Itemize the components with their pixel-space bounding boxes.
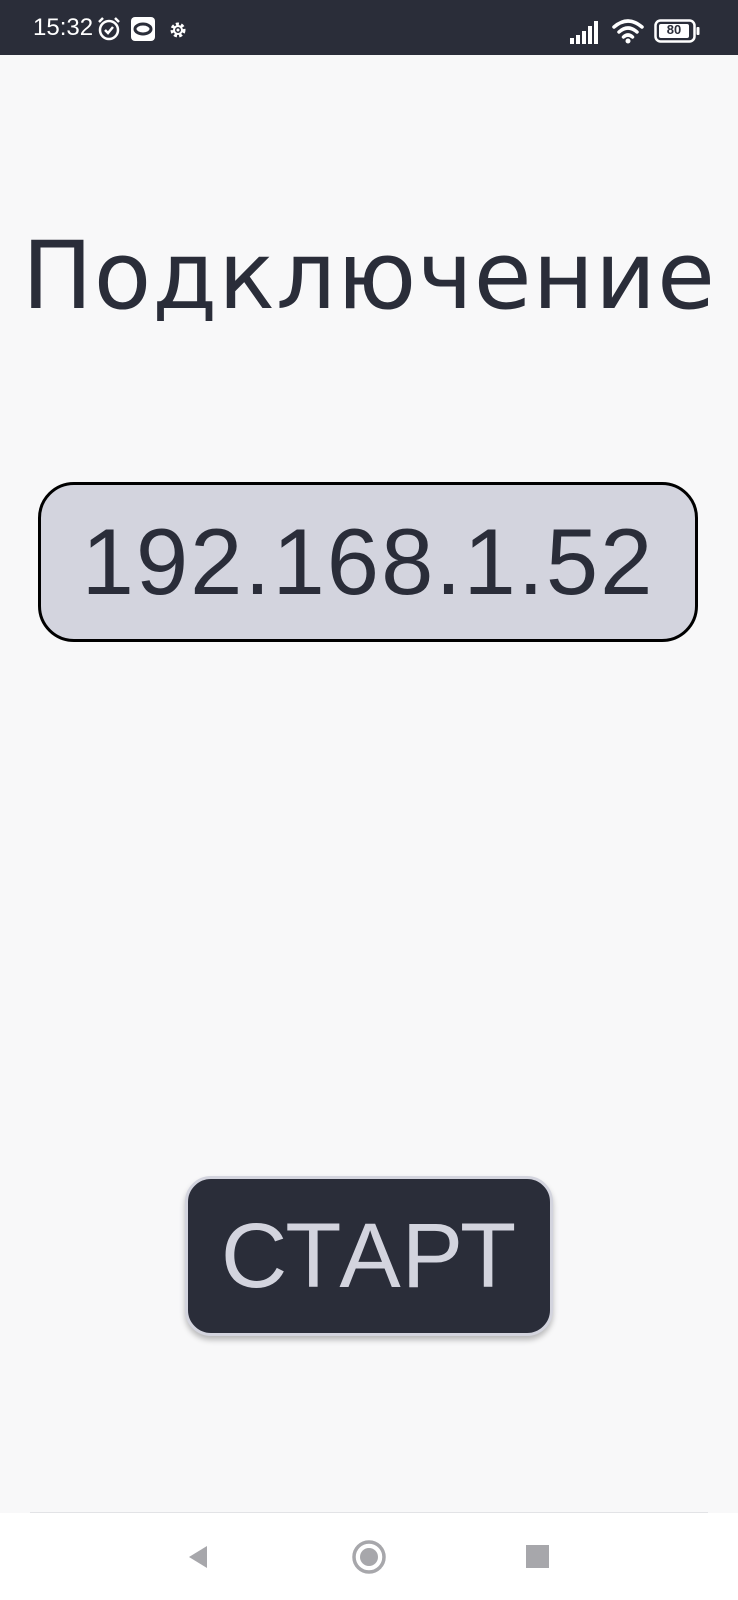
ip-address-field[interactable]: 192.168.1.52 — [38, 482, 698, 642]
page-title: Подключение — [22, 222, 716, 331]
alarm-icon — [96, 16, 122, 42]
start-button[interactable]: СТАРТ — [185, 1176, 553, 1336]
status-time: 15:32 — [33, 14, 94, 41]
start-button-label: СТАРТ — [220, 1205, 518, 1307]
back-icon[interactable] — [178, 1537, 218, 1577]
settings-gear-icon — [168, 20, 188, 40]
ip-address-value: 192.168.1.52 — [81, 509, 655, 614]
wifi-icon — [612, 18, 644, 44]
battery-level: 80 — [666, 22, 682, 37]
signal-icon — [570, 20, 602, 44]
status-bar: 15:32 80 — [0, 0, 738, 55]
home-icon[interactable] — [349, 1537, 389, 1577]
recents-icon[interactable] — [518, 1537, 558, 1577]
notification-app-icon — [130, 16, 156, 42]
